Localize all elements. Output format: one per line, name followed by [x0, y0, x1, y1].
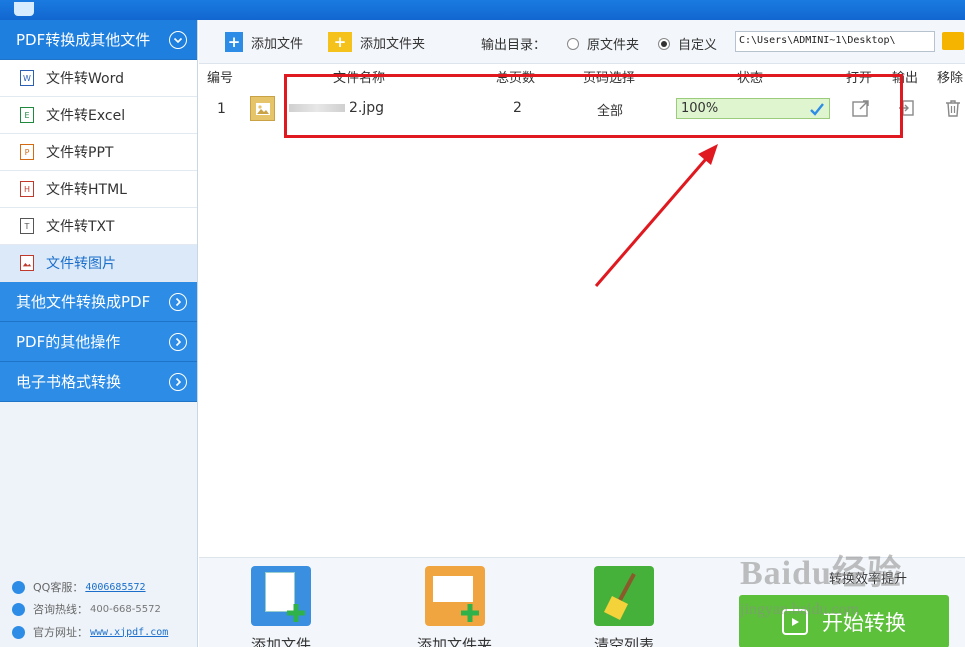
- row-number: 1: [217, 101, 226, 117]
- toolbar: + 添加文件 + 添加文件夹 输出目录： 原文件夹 自定义 C:\Users\A…: [199, 20, 965, 64]
- sidebar-item-word[interactable]: W 文件转Word: [0, 60, 197, 97]
- sidebar-category-ebook[interactable]: 电子书格式转换: [0, 362, 197, 402]
- add-folder-button[interactable]: + 添加文件夹: [328, 32, 425, 52]
- output-path-input[interactable]: C:\Users\ADMINI~1\Desktop\: [735, 31, 935, 52]
- sidebar-category-pdf-to-other[interactable]: PDF转换成其他文件: [0, 20, 197, 60]
- output-dir-label: 输出目录：: [481, 38, 547, 53]
- contact-label: QQ客服：: [33, 581, 84, 594]
- sidebar-item-html[interactable]: H 文件转HTML: [0, 171, 197, 208]
- baidu-watermark: Baidu经验 jingyan.baidu.com: [740, 545, 940, 625]
- contact-label: 官方网址：: [33, 626, 88, 639]
- sidebar-item-image[interactable]: 文件转图片: [0, 245, 197, 282]
- add-folder-icon: +: [328, 32, 352, 52]
- radio-custom[interactable]: 自定义: [658, 34, 717, 53]
- highlight-box: [284, 74, 903, 138]
- sidebar-item-excel[interactable]: E 文件转Excel: [0, 97, 197, 134]
- radio-off-icon: [567, 37, 579, 50]
- qq-link[interactable]: 4006685572: [85, 582, 145, 593]
- excel-file-icon: E: [20, 107, 34, 123]
- radio-original-folder[interactable]: 原文件夹: [567, 34, 639, 53]
- txt-file-icon: T: [20, 218, 34, 234]
- sidebar: PDF转换成其他文件 W 文件转Word E 文件转Excel P 文件转PPT…: [0, 20, 198, 647]
- category-label: PDF转换成其他文件: [16, 31, 151, 49]
- sidebar-item-label: 文件转PPT: [46, 145, 114, 161]
- contact-qq: QQ客服： 4006685572: [12, 579, 146, 595]
- bottom-add-file-button[interactable]: 添加文件: [251, 566, 311, 647]
- sidebar-item-txt[interactable]: T 文件转TXT: [0, 208, 197, 245]
- clear-list-button[interactable]: 清空列表: [594, 566, 654, 647]
- col-header: 移除: [937, 71, 964, 86]
- radio-label: 原文件夹: [587, 38, 640, 53]
- category-label: 其他文件转换成PDF: [16, 293, 151, 311]
- sidebar-category-pdf-operations[interactable]: PDF的其他操作: [0, 322, 197, 362]
- ie-browser-icon: [12, 625, 25, 639]
- add-file-button[interactable]: + 添加文件: [225, 32, 303, 52]
- bottom-button-label: 添加文件: [251, 636, 312, 647]
- trash-icon[interactable]: [943, 98, 963, 118]
- chevron-right-icon: [169, 373, 187, 391]
- contact-site: 官方网址： www.xjpdf.com: [12, 624, 168, 640]
- col-header: 编号: [207, 71, 234, 86]
- browse-folder-icon[interactable]: [942, 32, 964, 50]
- category-label: PDF的其他操作: [16, 333, 121, 351]
- sidebar-item-label: 文件转图片: [46, 256, 116, 272]
- radio-label: 自定义: [678, 38, 718, 53]
- chevron-down-icon: [169, 31, 187, 49]
- image-file-icon: [250, 96, 275, 121]
- sidebar-item-label: 文件转Excel: [46, 108, 126, 124]
- watermark-line1: Baidu经验: [740, 555, 902, 592]
- chevron-right-icon: [169, 293, 187, 311]
- contact-label: 咨询热线：: [33, 603, 88, 616]
- qq-icon: [12, 580, 25, 594]
- sidebar-item-ppt[interactable]: P 文件转PPT: [0, 134, 197, 171]
- sidebar-category-other-to-pdf[interactable]: 其他文件转换成PDF: [0, 282, 197, 322]
- app-logo-icon: [14, 2, 34, 16]
- ppt-file-icon: P: [20, 144, 34, 160]
- add-file-icon: [251, 566, 311, 626]
- radio-on-icon: [658, 37, 670, 50]
- word-file-icon: W: [20, 70, 34, 86]
- contact-hotline: 咨询热线： 400-668-5572: [12, 601, 161, 617]
- website-link[interactable]: www.xjpdf.com: [90, 627, 168, 638]
- html-file-icon: H: [20, 181, 34, 197]
- hotline-value: 400-668-5572: [90, 603, 161, 615]
- title-bar: [0, 0, 965, 20]
- bottom-add-folder-button[interactable]: 添加文件夹: [417, 566, 492, 647]
- add-folder-icon: [424, 566, 485, 626]
- bottom-button-label: 清空列表: [594, 636, 655, 647]
- phone-icon: [12, 602, 25, 616]
- broom-icon: [594, 566, 654, 626]
- image-file-icon: [20, 255, 34, 271]
- add-file-icon: +: [225, 32, 243, 52]
- sidebar-item-label: 文件转TXT: [46, 219, 115, 235]
- bottom-button-label: 添加文件夹: [417, 636, 493, 647]
- add-folder-label: 添加文件夹: [360, 36, 426, 52]
- sidebar-item-label: 文件转Word: [46, 71, 124, 87]
- chevron-right-icon: [169, 333, 187, 351]
- add-file-label: 添加文件: [251, 36, 304, 52]
- sidebar-item-label: 文件转HTML: [46, 182, 127, 198]
- red-arrow-annotation: [594, 144, 718, 287]
- watermark-line2: jingyan.baidu.com: [740, 601, 860, 618]
- category-label: 电子书格式转换: [16, 373, 122, 391]
